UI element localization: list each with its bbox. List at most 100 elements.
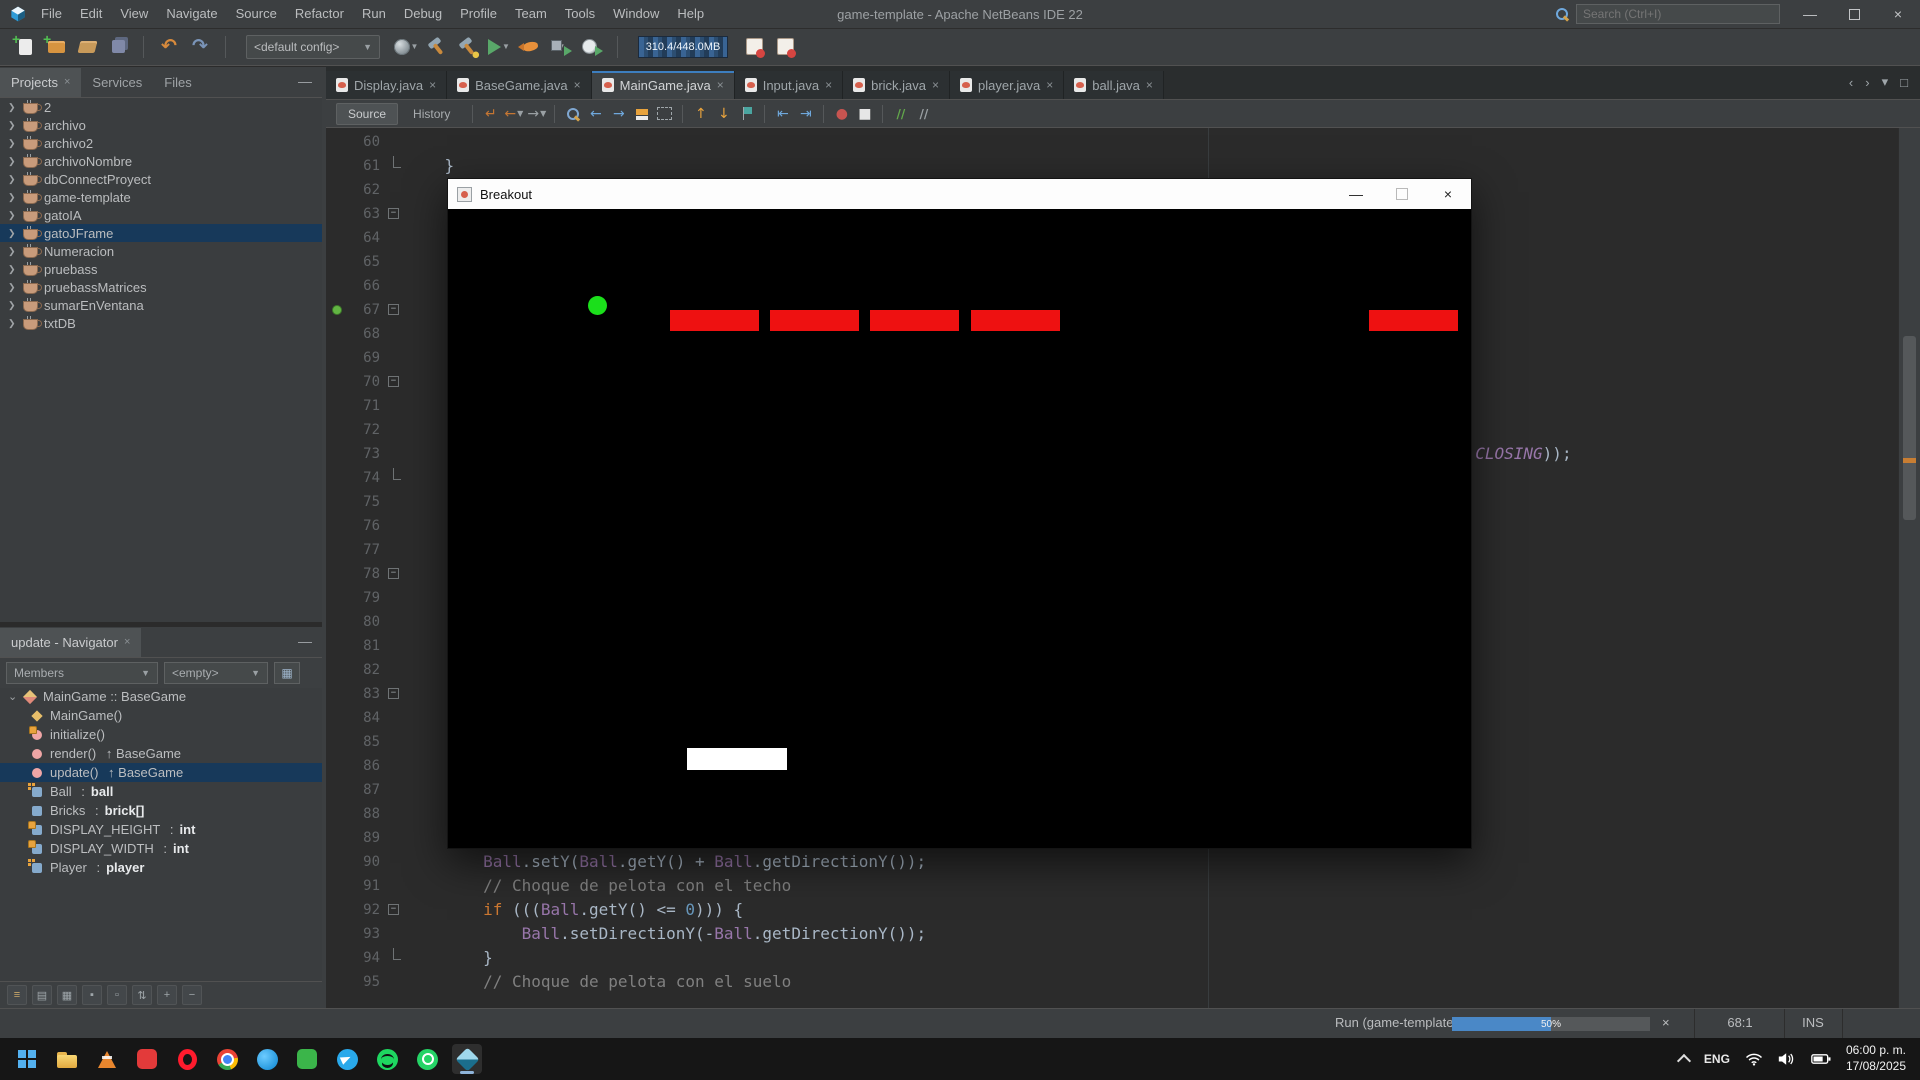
- menu-refactor[interactable]: Refactor: [286, 6, 353, 21]
- show-static-icon[interactable]: ▪: [82, 985, 102, 1005]
- line-number[interactable]: 87: [346, 782, 386, 798]
- minimize-panel-button[interactable]: —: [298, 627, 312, 655]
- editor-tab-maingame-java[interactable]: MainGame.java×: [592, 71, 735, 99]
- code-line[interactable]: 93Ball.setDirectionY(-Ball.getDirectionY…: [326, 922, 1898, 946]
- tab-navigator[interactable]: update - Navigator ×: [0, 628, 141, 657]
- close-icon[interactable]: ×: [1046, 78, 1053, 92]
- navigator-item-player[interactable]: Player : player: [0, 858, 322, 877]
- close-icon[interactable]: ×: [1146, 78, 1153, 92]
- line-number[interactable]: 91: [346, 878, 386, 894]
- uncomment-icon[interactable]: //: [913, 103, 934, 125]
- line-number[interactable]: 62: [346, 182, 386, 198]
- language-indicator[interactable]: ENG: [1704, 1052, 1730, 1066]
- editor-tab-brick-java[interactable]: brick.java×: [843, 71, 950, 99]
- close-icon[interactable]: ×: [429, 78, 436, 92]
- project-item-pruebass[interactable]: ❯pruebass: [0, 260, 322, 278]
- line-number[interactable]: 85: [346, 734, 386, 750]
- game-canvas[interactable]: [448, 209, 1471, 848]
- file-explorer-icon[interactable]: [52, 1044, 82, 1074]
- menu-source[interactable]: Source: [227, 6, 286, 21]
- chevron-right-icon[interactable]: ❯: [8, 192, 17, 203]
- record-macro-icon[interactable]: ●: [831, 103, 852, 125]
- menu-debug[interactable]: Debug: [395, 6, 451, 21]
- profile-filter-select[interactable]: <empty>▼: [164, 662, 268, 684]
- forward-icon[interactable]: →▼: [526, 103, 547, 125]
- last-edit-icon[interactable]: ↵: [480, 103, 501, 125]
- editor-tab-basegame-java[interactable]: BaseGame.java×: [447, 71, 592, 99]
- line-number[interactable]: 72: [346, 422, 386, 438]
- close-icon[interactable]: ×: [932, 78, 939, 92]
- fold-collapse-icon[interactable]: −: [388, 568, 399, 579]
- editor-tab-display-java[interactable]: Display.java×: [326, 71, 447, 99]
- new-file-button[interactable]: [12, 34, 38, 60]
- project-item-archivo[interactable]: ❯archivo: [0, 116, 322, 134]
- menu-view[interactable]: View: [111, 6, 157, 21]
- chevron-right-icon[interactable]: ❯: [8, 228, 17, 239]
- battery-icon[interactable]: [1811, 1053, 1831, 1065]
- project-item-game-template[interactable]: ❯game-template: [0, 188, 322, 206]
- redo-button[interactable]: ↷: [187, 34, 213, 60]
- line-number[interactable]: 68: [346, 326, 386, 342]
- memory-indicator[interactable]: 310.4/448.0MB: [638, 36, 728, 58]
- undo-button[interactable]: ↶: [156, 34, 182, 60]
- breakout-maximize-button[interactable]: [1379, 179, 1425, 209]
- line-number[interactable]: 73: [346, 446, 386, 462]
- close-button[interactable]: ×: [1876, 0, 1920, 28]
- menu-edit[interactable]: Edit: [71, 6, 111, 21]
- project-item-pruebassmatrices[interactable]: ❯pruebassMatrices: [0, 278, 322, 296]
- project-item-dbconnectproyect[interactable]: ❯dbConnectProyect: [0, 170, 322, 188]
- line-number[interactable]: 74: [346, 470, 386, 486]
- source-view-button[interactable]: Source: [336, 103, 398, 125]
- navigator-item-update-[interactable]: update() ↑ BaseGame: [0, 763, 322, 782]
- find-selection-icon[interactable]: [562, 103, 583, 125]
- options-icon[interactable]: ≡: [7, 985, 27, 1005]
- fold-collapse-icon[interactable]: −: [388, 376, 399, 387]
- line-number[interactable]: 80: [346, 614, 386, 630]
- green-app-icon[interactable]: [292, 1044, 322, 1074]
- editor-scrollbar[interactable]: [1898, 128, 1920, 1008]
- profiler-point-icon-1[interactable]: [741, 34, 767, 60]
- profiler-point-icon-2[interactable]: [772, 34, 798, 60]
- chevron-down-icon[interactable]: ⌄: [8, 690, 17, 703]
- next-bookmark-icon[interactable]: ↓: [713, 103, 734, 125]
- search-input[interactable]: [1576, 4, 1780, 24]
- opera-icon[interactable]: [172, 1044, 202, 1074]
- build-project-button[interactable]: [424, 34, 450, 60]
- menu-window[interactable]: Window: [604, 6, 668, 21]
- fold-collapse-icon[interactable]: −: [388, 904, 399, 915]
- whatsapp-icon[interactable]: [412, 1044, 442, 1074]
- navigator-item-initialize-[interactable]: initialize(): [0, 725, 322, 744]
- line-number[interactable]: 61: [346, 158, 386, 174]
- project-item-archivonombre[interactable]: ❯archivoNombre: [0, 152, 322, 170]
- debug-project-button[interactable]: ▼: [548, 34, 574, 60]
- run-project-button[interactable]: ▼: [486, 34, 512, 60]
- scroll-tabs-right-icon[interactable]: ›: [1865, 75, 1869, 90]
- chevron-right-icon[interactable]: ❯: [8, 156, 17, 167]
- line-number[interactable]: 64: [346, 230, 386, 246]
- chevron-right-icon[interactable]: ❯: [8, 264, 17, 275]
- vlc-icon[interactable]: [92, 1044, 122, 1074]
- search-icon[interactable]: [1554, 6, 1570, 22]
- close-icon[interactable]: ×: [574, 78, 581, 92]
- minimize-panel-button[interactable]: —: [298, 67, 312, 95]
- fold-collapse-icon[interactable]: −: [388, 208, 399, 219]
- open-project-button[interactable]: [74, 34, 100, 60]
- tab-list-icon[interactable]: ▾: [1882, 74, 1889, 90]
- close-icon[interactable]: ×: [825, 78, 832, 92]
- line-number[interactable]: 69: [346, 350, 386, 366]
- chevron-right-icon[interactable]: ❯: [8, 282, 17, 293]
- comment-icon[interactable]: //: [890, 103, 911, 125]
- editor-tab-input-java[interactable]: Input.java×: [735, 71, 843, 99]
- project-item-numeracion[interactable]: ❯Numeracion: [0, 242, 322, 260]
- chevron-right-icon[interactable]: ❯: [8, 246, 17, 257]
- members-filter-select[interactable]: Members▼: [6, 662, 158, 684]
- apply-code-changes-button[interactable]: [517, 34, 543, 60]
- code-line[interactable]: 92−if (((Ball.getY() <= 0))) {: [326, 898, 1898, 922]
- project-item-archivo2[interactable]: ❯archivo2: [0, 134, 322, 152]
- line-number[interactable]: 81: [346, 638, 386, 654]
- line-number[interactable]: 66: [346, 278, 386, 294]
- code-line[interactable]: 94}: [326, 946, 1898, 970]
- menu-profile[interactable]: Profile: [451, 6, 506, 21]
- stop-macro-icon[interactable]: ■: [854, 103, 875, 125]
- menu-tools[interactable]: Tools: [556, 6, 604, 21]
